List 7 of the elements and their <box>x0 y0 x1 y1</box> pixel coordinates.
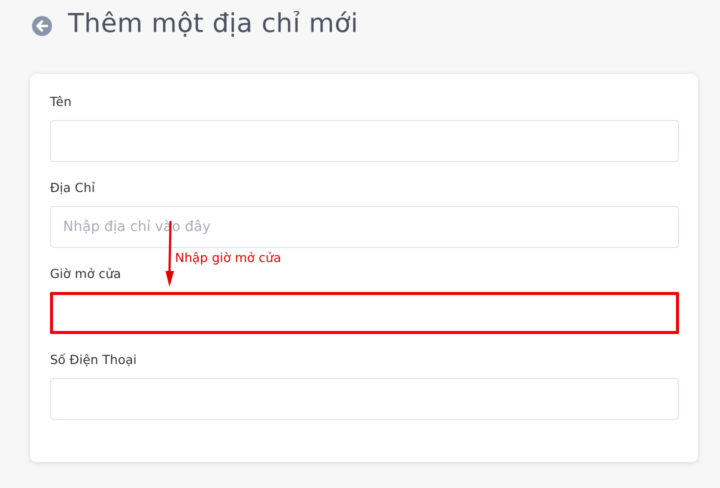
annotation-text: Nhập giờ mở cửa <box>175 250 282 265</box>
field-label: Tên <box>50 94 72 110</box>
page-title: Thêm một địa chỉ mới <box>68 9 358 39</box>
field-label: Địa Chỉ <box>50 180 96 196</box>
input-field[interactable] <box>50 292 679 334</box>
field-label: Số Điện Thoại <box>50 352 138 368</box>
field-label: Giờ mở cửa <box>50 266 122 282</box>
